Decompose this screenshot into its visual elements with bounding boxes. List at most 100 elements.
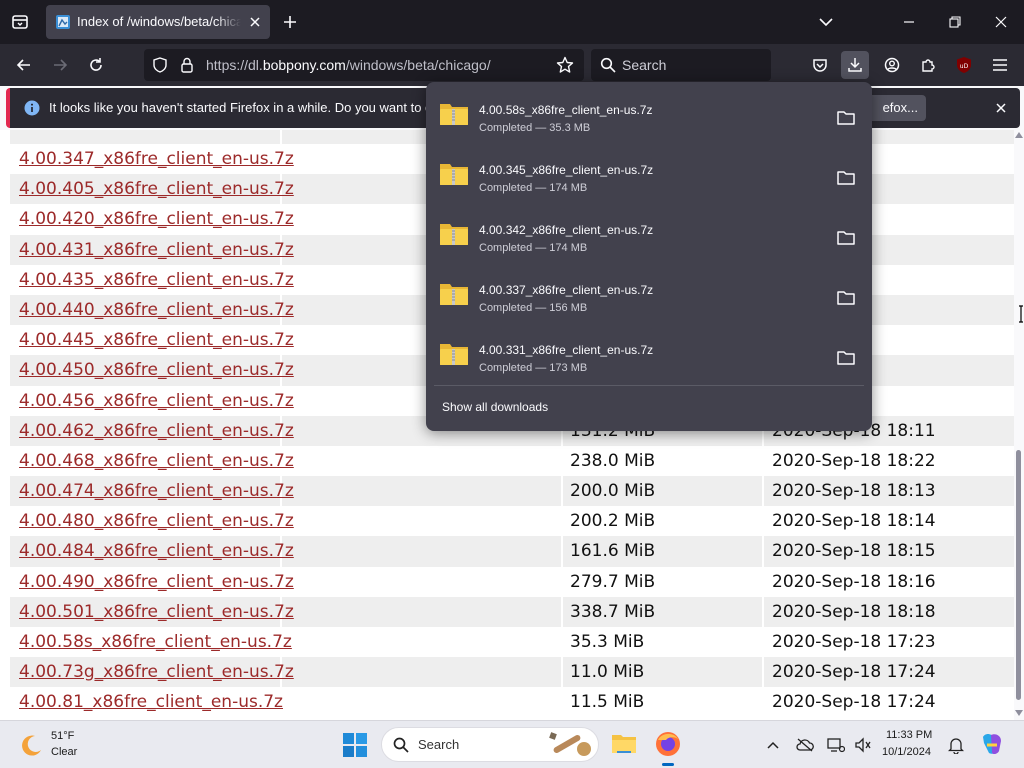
file-link[interactable]: 4.00.58s_x86fre_client_en-us.7z bbox=[19, 632, 292, 652]
file-link[interactable]: 4.00.480_x86fre_client_en-us.7z bbox=[19, 511, 294, 531]
download-icon bbox=[848, 58, 862, 72]
search-icon bbox=[600, 57, 616, 73]
show-in-folder-icon[interactable] bbox=[836, 289, 856, 307]
file-link[interactable]: 4.00.490_x86fre_client_en-us.7z bbox=[19, 572, 294, 592]
file-link[interactable]: 4.00.474_x86fre_client_en-us.7z bbox=[19, 481, 294, 501]
folder-icon bbox=[612, 735, 636, 753]
file-link[interactable]: 4.00.347_x86fre_client_en-us.7z bbox=[19, 149, 294, 169]
close-icon bbox=[995, 16, 1007, 28]
tab-close-icon[interactable] bbox=[246, 13, 264, 31]
app-menu-button[interactable] bbox=[986, 51, 1014, 79]
lock-icon[interactable] bbox=[180, 57, 194, 73]
download-status: Completed — 173 MB bbox=[479, 362, 588, 374]
ublock-origin-button[interactable]: uD bbox=[950, 51, 978, 79]
volume-tray[interactable] bbox=[853, 735, 873, 755]
chevron-down-icon bbox=[819, 18, 833, 27]
network-tray[interactable] bbox=[826, 735, 846, 755]
scrollbar-thumb[interactable] bbox=[1016, 450, 1021, 700]
table-row: 4.00.58s_x86fre_client_en-us.7z 35.3 MiB 2… bbox=[10, 627, 1014, 658]
file-explorer-app[interactable] bbox=[611, 731, 637, 759]
clock-date: 10/1/2024 bbox=[882, 746, 931, 758]
show-in-folder-icon[interactable] bbox=[836, 169, 856, 187]
file-link[interactable]: 4.00.420_x86fre_client_en-us.7z bbox=[19, 209, 294, 229]
notifications-button[interactable] bbox=[946, 735, 966, 755]
download-item[interactable]: 4.00.337_x86fre_client_en-us.7z Completed… bbox=[434, 267, 864, 323]
show-in-folder-icon[interactable] bbox=[836, 229, 856, 247]
table-row: 4.00.490_x86fre_client_en-us.7z 279.7 MiB… bbox=[10, 566, 1014, 597]
download-filename: 4.00.58s_x86fre_client_en-us.7z bbox=[479, 103, 653, 117]
show-in-folder-icon[interactable] bbox=[836, 109, 856, 127]
file-link[interactable]: 4.00.501_x86fre_client_en-us.7z bbox=[19, 602, 294, 622]
forward-button[interactable] bbox=[46, 51, 74, 79]
download-item[interactable]: 4.00.331_x86fre_client_en-us.7z Completed… bbox=[434, 327, 864, 383]
moon-icon bbox=[22, 735, 41, 756]
file-link[interactable]: 4.00.435_x86fre_client_en-us.7z bbox=[19, 270, 294, 290]
file-size: 11.5 MiB bbox=[570, 692, 645, 713]
new-tab-button[interactable] bbox=[278, 10, 302, 34]
back-button[interactable] bbox=[10, 51, 38, 79]
file-size: 338.7 MiB bbox=[570, 601, 656, 622]
file-link[interactable]: 4.00.462_x86fre_client_en-us.7z bbox=[19, 421, 294, 441]
file-link[interactable]: 4.00.405_x86fre_client_en-us.7z bbox=[19, 179, 294, 199]
file-link[interactable]: 4.00.456_x86fre_client_en-us.7z bbox=[19, 391, 294, 411]
list-all-tabs-button[interactable] bbox=[6, 8, 34, 36]
weather-condition: Clear bbox=[51, 746, 78, 758]
download-item[interactable]: 4.00.58s_x86fre_client_en-us.7z Completed… bbox=[434, 87, 864, 143]
reload-button[interactable] bbox=[82, 51, 110, 79]
clock-time: 11:33 PM bbox=[886, 729, 933, 741]
restore-button[interactable] bbox=[940, 8, 970, 36]
file-link[interactable]: 4.00.431_x86fre_client_en-us.7z bbox=[19, 240, 294, 260]
ublock-icon: uD bbox=[957, 57, 971, 73]
taskbar-search-box[interactable]: Search bbox=[381, 727, 599, 762]
download-status: Completed — 174 MB bbox=[479, 242, 588, 254]
copilot-button[interactable] bbox=[979, 731, 1005, 761]
close-window-button[interactable] bbox=[986, 8, 1016, 36]
minimize-button[interactable] bbox=[894, 8, 924, 36]
file-date: 2020-Sep-18 17:24 bbox=[772, 662, 936, 683]
scroll-down-arrow-icon[interactable] bbox=[1015, 710, 1023, 716]
archive-file-icon bbox=[439, 340, 469, 366]
archive-file-icon bbox=[439, 280, 469, 306]
text-cursor-icon bbox=[1019, 305, 1023, 323]
download-item[interactable]: 4.00.345_x86fre_client_en-us.7z Completed… bbox=[434, 147, 864, 203]
url-bar[interactable]: https://dl.bobpony.com/windows/beta/chic… bbox=[144, 49, 584, 81]
file-link[interactable]: 4.00.450_x86fre_client_en-us.7z bbox=[19, 360, 294, 380]
cloud-sync-tray[interactable] bbox=[795, 735, 815, 755]
shield-icon[interactable] bbox=[152, 57, 168, 73]
search-placeholder: Search bbox=[622, 57, 667, 73]
file-link[interactable]: 4.00.440_x86fre_client_en-us.7z bbox=[19, 300, 294, 320]
file-date: 2020-Sep-18 18:22 bbox=[772, 450, 936, 471]
firefox-app[interactable] bbox=[654, 730, 682, 766]
windows-logo-icon bbox=[343, 733, 367, 757]
show-hidden-icons-button[interactable] bbox=[763, 735, 783, 755]
speaker-muted-icon bbox=[855, 737, 871, 753]
tab-overflow-button[interactable] bbox=[811, 8, 841, 36]
table-row: 4.00.484_x86fre_client_en-us.7z 161.6 MiB… bbox=[10, 536, 1014, 567]
show-in-folder-icon[interactable] bbox=[836, 349, 856, 367]
tab-active[interactable]: Index of /windows/beta/chicago/ bbox=[46, 5, 270, 39]
extensions-button[interactable] bbox=[914, 51, 942, 79]
search-highlight-icon bbox=[549, 732, 591, 756]
search-bar[interactable]: Search bbox=[591, 49, 771, 81]
download-item[interactable]: 4.00.342_x86fre_client_en-us.7z Completed… bbox=[434, 207, 864, 263]
file-link[interactable]: 4.00.468_x86fre_client_en-us.7z bbox=[19, 451, 294, 471]
url-text[interactable]: https://dl.bobpony.com/windows/beta/chic… bbox=[206, 57, 491, 73]
downloads-button[interactable] bbox=[841, 51, 869, 79]
bell-icon bbox=[948, 738, 964, 754]
notification-close-icon[interactable] bbox=[992, 99, 1010, 117]
file-size: 238.0 MiB bbox=[570, 450, 656, 471]
file-link[interactable]: 4.00.73g_x86fre_client_en-us.7z bbox=[19, 662, 294, 682]
scroll-up-arrow-icon[interactable] bbox=[1015, 132, 1023, 138]
page-scrollbar[interactable] bbox=[1014, 130, 1024, 720]
file-link[interactable]: 4.00.445_x86fre_client_en-us.7z bbox=[19, 330, 294, 350]
bookmark-star-icon[interactable] bbox=[556, 56, 574, 74]
file-link[interactable]: 4.00.484_x86fre_client_en-us.7z bbox=[19, 541, 294, 561]
file-size: 161.6 MiB bbox=[570, 541, 656, 562]
puzzle-icon bbox=[922, 59, 935, 72]
file-link[interactable]: 4.00.81_x86fre_client_en-us.7z bbox=[19, 692, 283, 712]
account-button[interactable] bbox=[878, 51, 906, 79]
start-button[interactable] bbox=[343, 733, 367, 761]
pocket-button[interactable] bbox=[806, 51, 834, 79]
show-all-downloads-button[interactable]: Show all downloads bbox=[442, 400, 548, 414]
file-size: 200.0 MiB bbox=[570, 481, 656, 502]
